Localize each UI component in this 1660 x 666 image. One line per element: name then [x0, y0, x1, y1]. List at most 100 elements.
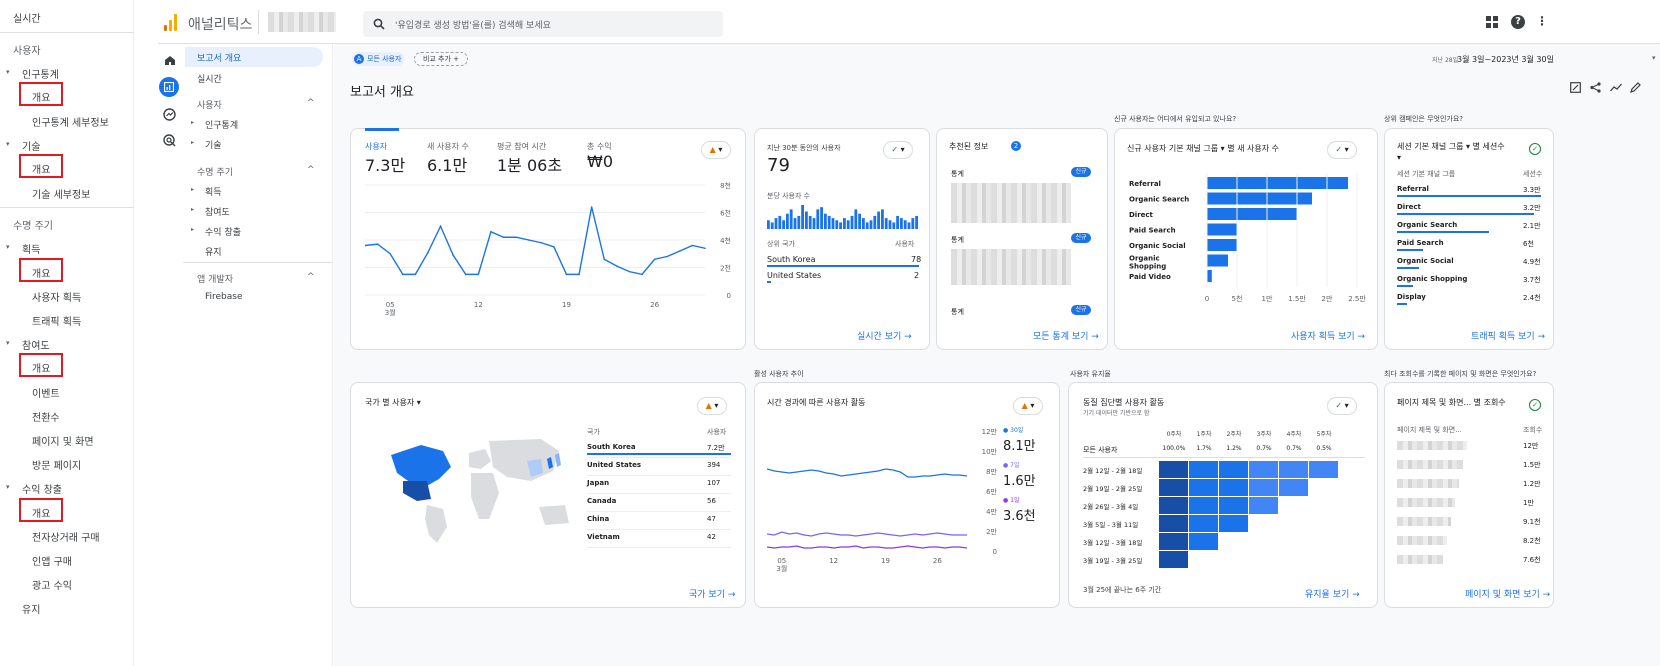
subnav-tech[interactable]: 기술	[205, 138, 222, 151]
page-title-blurred[interactable]	[1397, 498, 1455, 507]
insight-blurred[interactable]	[951, 249, 1071, 285]
subnav-users-header[interactable]: 사용자	[197, 98, 222, 111]
subnav-retention[interactable]: 유지	[205, 245, 222, 258]
nav-tech-detail[interactable]: 기술 세부정보	[32, 186, 90, 201]
nav-tech-overview[interactable]: 개요	[32, 161, 50, 176]
date-dropdown-icon[interactable]: ▾	[1652, 54, 1656, 62]
expand-caret-icon[interactable]: ▸	[191, 139, 194, 146]
share-icon[interactable]	[1590, 82, 1601, 93]
reports-icon[interactable]	[159, 77, 179, 97]
session-row-value: 3.7천	[1523, 276, 1541, 284]
warning-chip[interactable]: ▲ ▾	[1013, 397, 1043, 415]
nav-pages-screens[interactable]: 페이지 및 화면	[32, 433, 94, 448]
spark-bar	[827, 215, 831, 229]
nav-demographics[interactable]: 인구통계	[22, 66, 59, 81]
nav-demographics-overview[interactable]: 개요	[32, 89, 50, 104]
subnav-realtime[interactable]: 실시간	[197, 72, 222, 85]
page-title-blurred[interactable]	[1397, 536, 1447, 545]
all-insights-link[interactable]: 모든 통계 보기 →	[1033, 329, 1099, 342]
insights-icon[interactable]	[1610, 82, 1622, 93]
traffic-acq-link[interactable]: 트래픽 획득 보기 →	[1471, 329, 1545, 342]
page-title-blurred[interactable]	[1397, 479, 1459, 488]
nav-traffic-acquisition[interactable]: 트래픽 획득	[32, 313, 81, 328]
subnav-report-overview[interactable]: 보고서 개요	[197, 51, 241, 64]
nav-in-app[interactable]: 인앱 구매	[32, 553, 72, 568]
nav-retention[interactable]: 유지	[22, 601, 40, 616]
advertising-icon[interactable]	[163, 134, 176, 147]
country-view-link[interactable]: 국가 보기 →	[689, 587, 735, 600]
expand-caret-icon[interactable]: ▾	[6, 339, 10, 347]
page-title-blurred[interactable]	[1397, 555, 1443, 564]
pages-title[interactable]: 페이지 제목 및 화면... 별 조회수	[1397, 397, 1507, 408]
nav-monetization-overview[interactable]: 개요	[32, 505, 50, 520]
nav-ecommerce[interactable]: 전자상거래 구매	[32, 529, 100, 544]
expand-caret-icon[interactable]: ▸	[191, 186, 194, 193]
warning-chip[interactable]: ▲ ▾	[697, 397, 727, 415]
subnav-firebase[interactable]: Firebase	[205, 292, 243, 302]
acq-title[interactable]: 신규 사용자 기본 채널 그룹 ▾ 별 새 사용자 수	[1127, 143, 1279, 154]
nav-user-acquisition[interactable]: 사용자 획득	[32, 289, 81, 304]
nav-engagement[interactable]: 참여도	[22, 337, 50, 352]
nav-demographics-detail[interactable]: 인구통계 세부정보	[32, 114, 109, 129]
apps-grid-icon[interactable]	[1486, 16, 1498, 28]
edit-report-icon[interactable]	[1570, 82, 1581, 93]
expand-caret-icon[interactable]: ▾	[6, 68, 10, 76]
subnav-engagement[interactable]: 참여도	[205, 205, 230, 218]
session-row-value: 6천	[1523, 240, 1534, 248]
nav-conversions[interactable]: 전환수	[32, 409, 60, 424]
retention-view-link[interactable]: 유지율 보기 →	[1305, 587, 1360, 600]
status-ok-chip[interactable]: ✓ ▾	[1327, 397, 1357, 415]
insight-blurred[interactable]	[951, 183, 1071, 223]
nav-monetization[interactable]: 수익 창출	[22, 481, 62, 496]
subnav-app-dev-header[interactable]: 앱 개발자	[197, 272, 233, 285]
nav-ad-revenue[interactable]: 광고 수익	[32, 577, 72, 592]
pages-view-link[interactable]: 페이지 및 화면 보기 →	[1465, 587, 1550, 600]
expand-caret-icon[interactable]: ▾	[6, 140, 10, 148]
subnav-lifecycle-header[interactable]: 수명 주기	[197, 165, 233, 178]
realtime-view-link[interactable]: 실시간 보기 →	[857, 329, 912, 342]
page-title-blurred[interactable]	[1397, 517, 1451, 526]
expand-caret-icon[interactable]: ▸	[191, 226, 194, 233]
home-icon[interactable]	[164, 55, 176, 66]
check-circle-icon[interactable]: ✓	[1529, 399, 1541, 411]
kpi-users-label[interactable]: 사용자	[365, 141, 387, 152]
warning-chip[interactable]: ▲ ▾	[701, 141, 731, 159]
page-title-blurred[interactable]	[1397, 441, 1467, 450]
add-comparison-button[interactable]: 비교 추가 +	[414, 52, 468, 66]
expand-caret-icon[interactable]: ▸	[191, 206, 194, 213]
date-range-selector[interactable]: 3월 3일~2023년 3월 30일	[1457, 54, 1554, 65]
collapse-icon[interactable]: ^	[307, 98, 315, 108]
nav-acquisition-overview[interactable]: 개요	[32, 265, 50, 280]
subnav-acquisition[interactable]: 획득	[205, 185, 222, 198]
customize-pencil-icon[interactable]	[1630, 82, 1641, 93]
nav-engagement-overview[interactable]: 개요	[32, 360, 50, 375]
help-icon[interactable]: ?	[1511, 15, 1525, 29]
expand-caret-icon[interactable]: ▾	[6, 243, 10, 251]
subnav-demographics[interactable]: 인구통계	[205, 118, 238, 131]
subnav-monetization[interactable]: 수익 창출	[205, 225, 241, 238]
kpi-avg-engage-label[interactable]: 평균 참여 시간	[497, 141, 546, 152]
account-selector-blurred[interactable]	[268, 12, 336, 32]
search-box[interactable]: '유입경로 생성 방법'을(를) 검색해 보세요	[363, 11, 723, 37]
kpi-new-users-label[interactable]: 새 사용자 수	[427, 141, 469, 152]
nav-events[interactable]: 이벤트	[32, 385, 60, 400]
all-users-chip[interactable]: A 모든 사용자	[352, 52, 404, 66]
expand-caret-icon[interactable]: ▸	[191, 119, 194, 126]
status-ok-chip[interactable]: ✓ ▾	[883, 141, 913, 159]
nav-realtime[interactable]: 실시간	[13, 10, 41, 25]
user-acq-link[interactable]: 사용자 획득 보기 →	[1291, 329, 1365, 342]
nav-landing-page[interactable]: 방문 페이지	[32, 457, 81, 472]
more-vert-icon[interactable]: ⋮	[1536, 14, 1548, 28]
kpi-revenue-label[interactable]: 총 수익	[587, 141, 612, 152]
country-title[interactable]: 국가 별 사용자 ▾	[365, 397, 421, 408]
check-circle-icon[interactable]: ✓	[1529, 143, 1541, 155]
collapse-icon[interactable]: ^	[307, 165, 315, 175]
explore-icon[interactable]	[163, 108, 176, 121]
status-ok-chip[interactable]: ✓ ▾	[1327, 141, 1357, 159]
nav-tech[interactable]: 기술	[22, 138, 40, 153]
nav-acquisition[interactable]: 획득	[22, 241, 40, 256]
expand-caret-icon[interactable]: ▾	[6, 483, 10, 491]
page-title-blurred[interactable]	[1397, 460, 1463, 469]
session-title[interactable]: 세션 기본 채널 그룹 ▾ 별 세션수 ▾	[1397, 141, 1507, 163]
collapse-icon[interactable]: ^	[307, 272, 315, 282]
